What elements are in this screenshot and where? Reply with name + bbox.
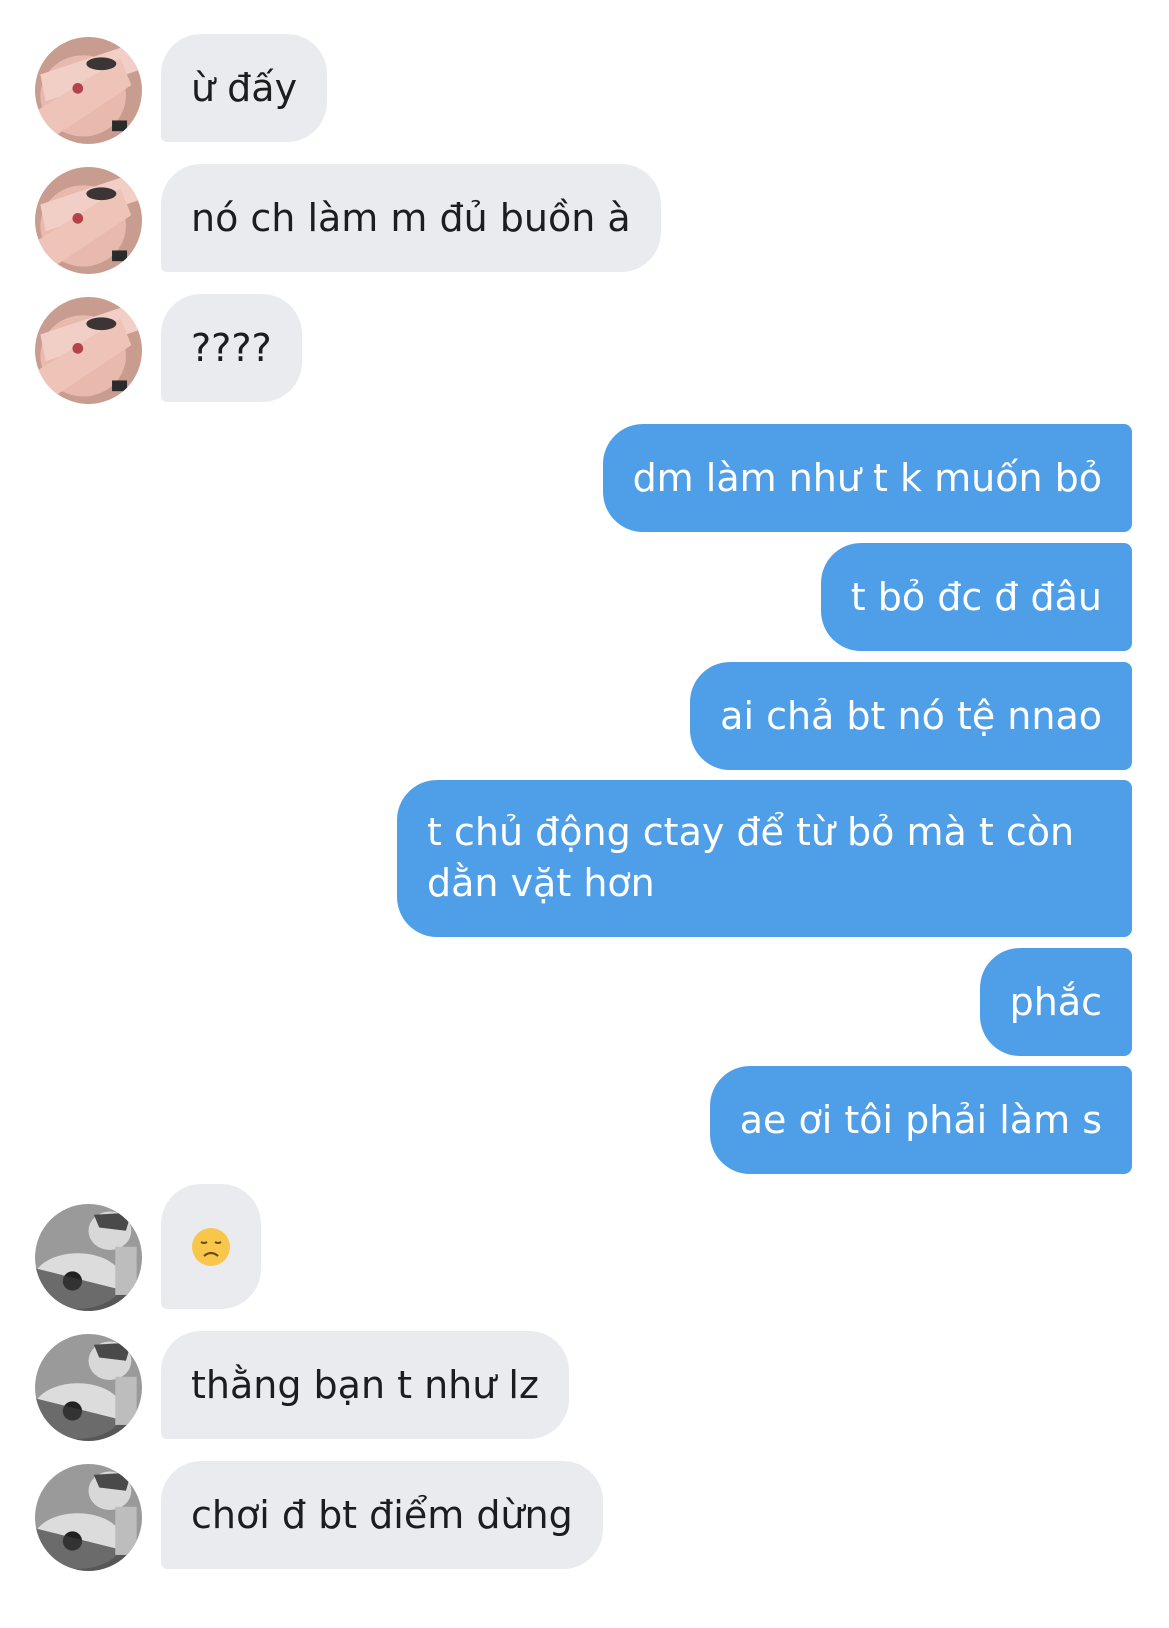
incoming-message-bubble[interactable]: ừ đấy [161, 34, 328, 142]
contact-photo-icon [35, 1464, 142, 1571]
incoming-message-bubble[interactable]: chơi đ bt điểm dừng [161, 1461, 603, 1569]
message-text: dm làm như t k muốn bỏ [632, 456, 1102, 500]
avatar[interactable] [35, 1464, 142, 1571]
contact-photo-icon [35, 167, 142, 274]
incoming-message-bubble[interactable]: ???? [161, 294, 302, 402]
contact-photo-icon [35, 37, 142, 144]
outgoing-message-bubble[interactable]: ai chả bt nó tệ nnao [690, 662, 1132, 770]
contact-photo-icon [35, 297, 142, 404]
avatar[interactable] [35, 37, 142, 144]
outgoing-message-bubble[interactable]: phắc [979, 948, 1132, 1056]
message-row: ???? [0, 294, 1169, 404]
avatar[interactable] [35, 167, 142, 274]
outgoing-message-bubble[interactable]: ae ơi tôi phải làm s [709, 1066, 1132, 1174]
contact-photo-icon [35, 1334, 142, 1441]
message-text: t bỏ đc đ đâu [850, 575, 1102, 619]
avatar[interactable] [35, 1204, 142, 1311]
message-row: chơi đ bt điểm dừng [0, 1461, 1169, 1571]
message-row: nó ch làm m đủ buồn à [0, 164, 1169, 274]
incoming-message-bubble[interactable] [161, 1184, 261, 1309]
disappointed-face-icon [192, 1227, 230, 1266]
message-text: ai chả bt nó tệ nnao [720, 694, 1102, 738]
message-text: phắc [1009, 980, 1102, 1024]
message-text: ừ đấy [191, 66, 298, 110]
message-row: ừ đấy [0, 34, 1169, 144]
message-row [0, 1184, 1169, 1311]
contact-photo-icon [35, 1204, 142, 1311]
message-row: thằng bạn t như lz [0, 1331, 1169, 1441]
outgoing-message-bubble[interactable]: dm làm như t k muốn bỏ [602, 424, 1132, 532]
outgoing-message-bubble[interactable]: t chủ động ctay để từ bỏ mà t còn dằn vặ… [397, 780, 1132, 937]
incoming-message-bubble[interactable]: thằng bạn t như lz [161, 1331, 569, 1439]
message-text: ???? [191, 326, 272, 370]
message-text: nó ch làm m đủ buồn à [191, 196, 631, 240]
message-text: chơi đ bt điểm dừng [191, 1493, 573, 1537]
message-text: ae ơi tôi phải làm s [739, 1098, 1102, 1142]
message-thread: ừ đấy nó ch làm m đủ buồn à ???? dm làm … [0, 0, 1169, 1628]
incoming-message-bubble[interactable]: nó ch làm m đủ buồn à [161, 164, 661, 272]
avatar[interactable] [35, 297, 142, 404]
outgoing-message-bubble[interactable]: t bỏ đc đ đâu [820, 543, 1132, 651]
message-text: t chủ động ctay để từ bỏ mà t còn dằn vặ… [427, 810, 1075, 905]
avatar[interactable] [35, 1334, 142, 1441]
message-text: thằng bạn t như lz [191, 1363, 539, 1407]
